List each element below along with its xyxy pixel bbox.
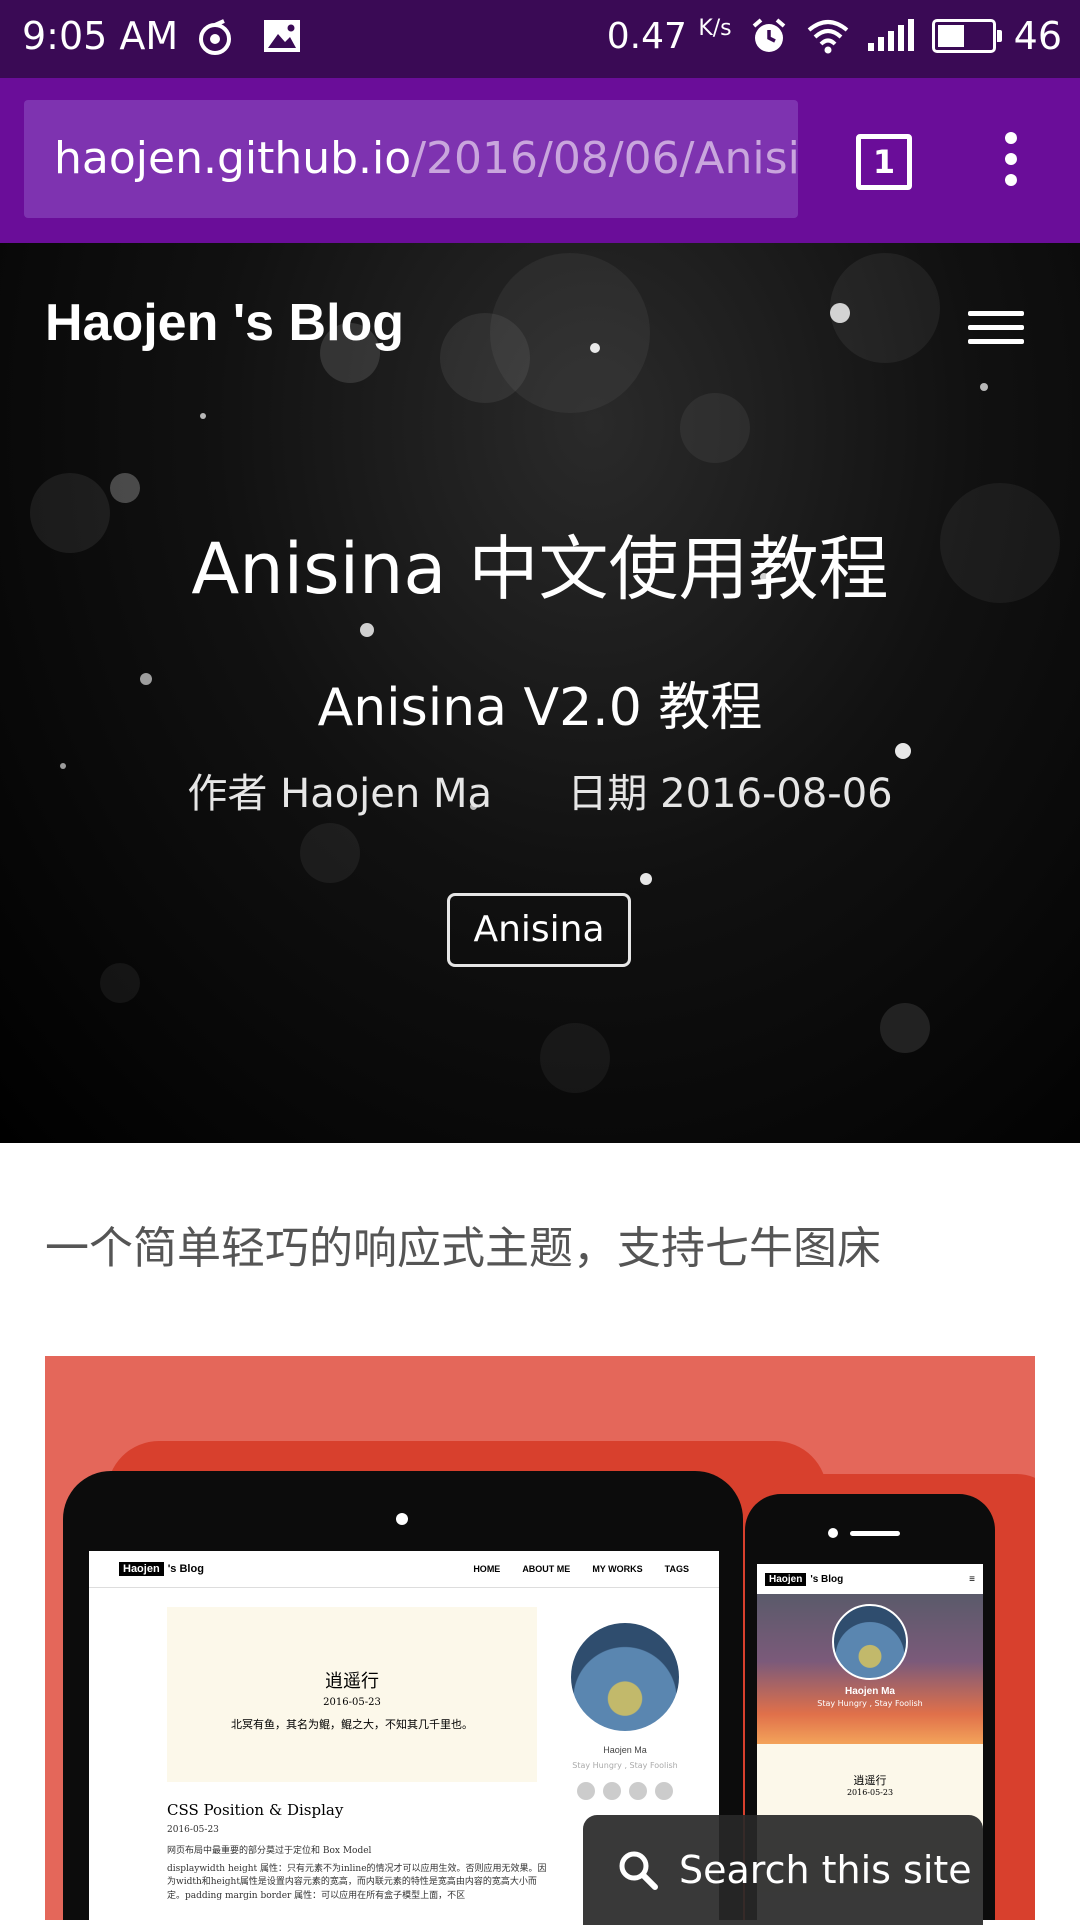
url-host: haojen.github.io xyxy=(54,133,412,184)
url-bar[interactable]: haojen.github.io/2016/08/06/Anisina xyxy=(24,100,798,218)
speed-value: 0.47 xyxy=(606,15,687,57)
battery-level: 46 xyxy=(1013,14,1062,58)
phone-card-date: 2016-05-23 xyxy=(846,1788,894,1797)
tablet-nav-home: HOME xyxy=(473,1564,501,1574)
tablet-brand: Haojen xyxy=(119,1562,164,1576)
tablet-profile-name: Haojen Ma xyxy=(603,1745,647,1755)
tablet-nav-works: MY WORKS xyxy=(592,1564,643,1574)
status-time: 9:05 AM xyxy=(22,14,179,58)
tablet-article-title: CSS Position & Display xyxy=(167,1801,344,1819)
signal-icon xyxy=(867,19,914,51)
avatar xyxy=(571,1623,679,1731)
phone-nav: Haojen 's Blog ≡ xyxy=(757,1564,983,1594)
search-button[interactable]: Search this site xyxy=(583,1815,983,1925)
phone-brand: Haojen xyxy=(765,1572,807,1586)
tablet-nav-tags: TAGS xyxy=(664,1564,689,1574)
tablet-article-text-2: displaywidth height 属性：只有元素不为inline的情况才可… xyxy=(167,1863,547,1901)
menu-icon[interactable] xyxy=(968,311,1024,351)
author-name: Haojen Ma xyxy=(280,771,492,817)
search-label: Search this site xyxy=(679,1848,972,1892)
avatar xyxy=(832,1604,908,1680)
tag-button[interactable]: Anisina xyxy=(447,893,631,967)
speed-unit: K/s xyxy=(698,15,732,41)
tablet-nav-about: ABOUT ME xyxy=(522,1564,571,1574)
status-left-icons xyxy=(196,18,302,56)
tab-switcher-button[interactable]: 1 xyxy=(856,134,912,190)
social-icons xyxy=(565,1782,685,1800)
post-intro: 一个简单轻巧的响应式主题，支持七牛图床 xyxy=(45,1223,881,1274)
network-speed: 0.47 K/s xyxy=(607,16,732,57)
post-date: 2016-08-06 xyxy=(660,771,893,817)
author-label: 作者 xyxy=(187,771,268,817)
url-path: /2016/08/06/Anisina xyxy=(411,133,798,184)
tablet-post-card: 逍遥行 2016-05-23 北冥有鱼，其名为鲲，鲲之大，不知其几千里也。 xyxy=(167,1607,537,1782)
battery-icon xyxy=(931,19,1002,53)
tablet-profile-motto: Stay Hungry , Stay Foolish xyxy=(572,1761,678,1770)
phone-brand-suffix: 's Blog xyxy=(810,1573,844,1585)
music-notification-icon xyxy=(199,19,231,55)
tablet-brand-suffix: 's Blog xyxy=(167,1563,204,1575)
search-icon xyxy=(619,1851,658,1890)
post-title: Anisina 中文使用教程 xyxy=(191,528,889,610)
phone-profile-motto: Stay Hungry , Stay Foolish xyxy=(817,1699,923,1708)
tablet-card-quote: 北冥有鱼，其名为鲲，鲲之大，不知其几千里也。 xyxy=(231,1718,473,1731)
post-subtitle: Anisina V2.0 教程 xyxy=(317,678,763,738)
phone-card-title: 逍遥行 xyxy=(853,1774,887,1787)
date-label: 日期 xyxy=(567,771,648,817)
browser-toolbar: haojen.github.io/2016/08/06/Anisina 1 xyxy=(0,78,1080,243)
tablet-card-title: 逍遥行 xyxy=(325,1671,379,1692)
tablet-article-text-1: 网页布局中最重要的部分莫过于定位和 Box Model xyxy=(167,1846,372,1856)
post-meta: 作者 Haojen Ma 日期 2016-08-06 xyxy=(0,761,1080,819)
site-title-link[interactable]: Haojen 's Blog xyxy=(45,293,404,353)
status-right: 0.47 K/s 46 xyxy=(607,14,1062,58)
phone-profile-name: Haojen Ma xyxy=(844,1686,895,1697)
image-notification-icon xyxy=(264,20,300,52)
phone-menu-icon: ≡ xyxy=(969,1573,975,1585)
wifi-icon xyxy=(807,20,848,54)
status-bar: 9:05 AM 0.47 K/s 46 xyxy=(0,0,1080,78)
alarm-icon xyxy=(752,18,785,52)
tablet-card-date: 2016-05-23 xyxy=(323,1697,381,1708)
tablet-profile: Haojen Ma Stay Hungry , Stay Foolish xyxy=(565,1623,685,1800)
post-hero: Haojen 's Blog Anisina 中文使用教程 Anisina V2… xyxy=(0,243,1080,1143)
tablet-nav: Haojen 's Blog HOME ABOUT ME MY WORKS TA… xyxy=(89,1551,719,1588)
tablet-article-date: 2016-05-23 xyxy=(167,1825,219,1835)
overflow-menu-icon[interactable] xyxy=(998,132,1024,192)
phone-hero: Haojen Ma Stay Hungry , Stay Foolish xyxy=(757,1594,983,1744)
tablet-article: CSS Position & Display 2016-05-23 网页布局中最… xyxy=(167,1801,547,1903)
